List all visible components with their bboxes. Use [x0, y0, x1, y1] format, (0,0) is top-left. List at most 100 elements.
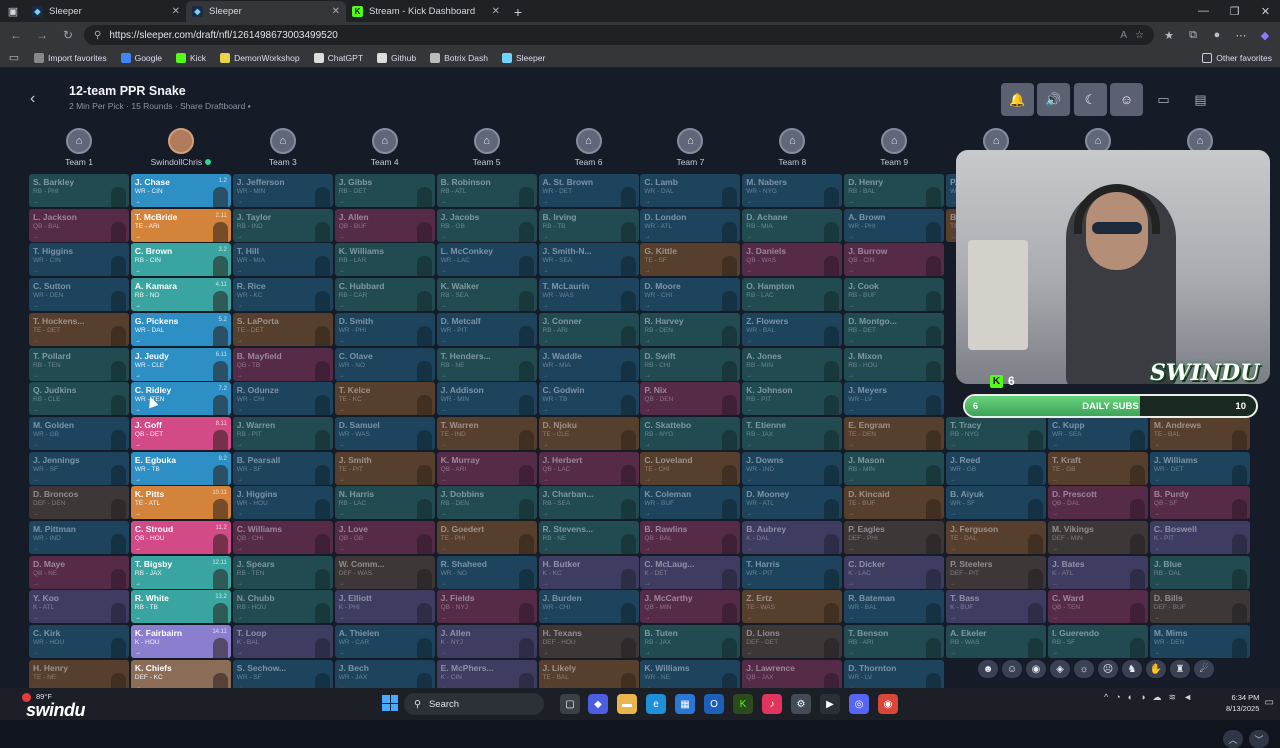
pick-cell[interactable]: J. Allen QB - BUF → [334, 208, 435, 242]
site-info-icon[interactable]: ⚲ [94, 30, 101, 41]
emote-icon[interactable]: ☹ [1098, 660, 1118, 678]
pick-cell[interactable]: A. Ekeler RB - WAS → [946, 625, 1047, 659]
pick-cell[interactable]: J. Goff QB - DET 8.11 → [130, 416, 231, 450]
pick-cell[interactable]: J. Bates K - ATL → [1048, 555, 1148, 589]
pick-cell[interactable]: M. Golden WR - GB → [29, 416, 129, 450]
pick-cell[interactable]: J. Jefferson WR - MIN → [232, 174, 333, 207]
pick-cell[interactable]: T. Warren TE - IND → [436, 416, 537, 450]
pick-cell[interactable]: D. Prescott QB - DAL → [1048, 486, 1148, 520]
copilot-app-icon[interactable]: ◆ [588, 694, 608, 714]
pick-cell[interactable]: K. Coleman WR - BUF → [640, 486, 741, 520]
board-layout-icon[interactable]: ▤ [1184, 83, 1217, 116]
scroll-down-icon[interactable]: ﹀ [1249, 730, 1269, 748]
pick-cell[interactable]: R. White RB - TB 13.2 → [130, 590, 231, 624]
pick-cell[interactable]: C. Sutton WR - DEN → [29, 278, 129, 312]
emote-icon[interactable]: ◉ [1026, 660, 1046, 678]
chrome-icon[interactable]: ◉ [878, 694, 898, 714]
pick-cell[interactable]: T. Kraft TE - GB → [1048, 451, 1148, 485]
pick-cell[interactable]: J. Smith TE - PIT → [334, 451, 435, 485]
pick-cell[interactable]: R. Harvey RB - DEN → [640, 312, 741, 346]
pick-cell[interactable]: C. Dicker K - LAC → [844, 555, 945, 589]
pick-cell[interactable]: I. Guerendo RB - SF → [1048, 625, 1148, 659]
browser-tab[interactable]: ◆ Sleeper ✕ [26, 1, 186, 22]
file-explorer-icon[interactable]: ▬ [617, 694, 637, 714]
pick-cell[interactable]: J. Daniels QB - WAS → [742, 243, 843, 277]
display-mode-icon[interactable]: ▭ [1147, 83, 1180, 116]
bookmark-item[interactable]: Kick [176, 52, 206, 63]
pick-cell[interactable]: C. Kirk WR - HOU → [29, 625, 129, 659]
pick-cell[interactable]: T. Bass K - BUF → [946, 590, 1047, 624]
tab-actions-icon[interactable]: ▣ [0, 0, 26, 22]
pick-cell[interactable]: D. Moore WR - CHI → [640, 278, 741, 312]
pick-cell[interactable]: C. Skattebo RB - NYG → [640, 416, 741, 450]
tray-app-icon[interactable]: ◑ [1140, 692, 1145, 703]
bookmark-item[interactable]: DemonWorkshop [220, 52, 300, 63]
pick-cell[interactable]: D. Njoku TE - CLE → [538, 416, 639, 450]
pick-cell[interactable]: G. Kittle TE - SF → [640, 243, 741, 277]
pick-cell[interactable]: B. Aubrey K - DAL → [742, 521, 843, 554]
pick-cell[interactable]: D. Achane RB - MIA → [742, 208, 843, 242]
pick-cell[interactable]: B. Tuten RB - JAX → [640, 625, 741, 659]
pick-cell[interactable]: J. Taylor RB - IND → [232, 208, 333, 242]
pick-cell[interactable]: C. Kupp WR - SEA → [1048, 416, 1148, 450]
pick-cell[interactable]: T. McBride TE - ARI 2.11 → [130, 208, 231, 242]
pick-cell[interactable]: J. Charban... RB - SEA → [538, 486, 639, 520]
pick-cell[interactable]: J. Fields QB - NYJ → [436, 590, 537, 624]
pick-cell[interactable]: B. Purdy QB - SF → [1149, 486, 1250, 520]
pick-cell[interactable]: G. Pickens WR - DAL 5.2 → [130, 312, 231, 346]
taskbar-search[interactable]: ⚲ Search [404, 693, 544, 715]
notifications-bell-icon[interactable]: 🔔 [1001, 83, 1034, 116]
back-arrow-icon[interactable]: ‹ [30, 90, 35, 108]
emote-icon[interactable]: ✋ [1146, 660, 1166, 678]
pick-cell[interactable]: Z. Ertz TE - WAS → [742, 590, 843, 624]
pick-cell[interactable]: D. Goedert TE - PHI → [436, 521, 537, 554]
pick-cell[interactable]: J. Love QB - GB → [334, 521, 435, 554]
pick-cell[interactable]: T. Kelce TE - KC → [334, 382, 435, 416]
pick-cell[interactable]: J. Smith-N... WR - SEA → [538, 243, 639, 277]
pick-cell[interactable]: J. Ferguson TE - DAL → [946, 521, 1047, 554]
pick-cell[interactable]: T. Loop K - BAL → [232, 625, 333, 659]
pick-cell[interactable]: C. Hubbard RB - CAR → [334, 278, 435, 312]
collections-icon[interactable]: ⧉ [1184, 26, 1202, 44]
pick-cell[interactable]: D. Broncos DEF - DEN → [29, 486, 129, 520]
pick-cell[interactable]: B. Aiyuk WR - SF → [946, 486, 1047, 520]
pick-cell[interactable]: P. Nix QB - DEN → [640, 382, 741, 416]
pick-cell[interactable]: D. Henry RB - BAL → [844, 174, 945, 207]
minimize-icon[interactable]: — [1188, 0, 1219, 22]
read-aloud-icon[interactable]: A [1120, 30, 1127, 41]
team-header[interactable]: ⌂ Team 3 [233, 128, 333, 167]
clock[interactable]: 6:34 PM 8/13/2025 [1226, 692, 1259, 714]
pick-cell[interactable]: T. Benson RB - ARI → [844, 625, 945, 659]
pick-cell[interactable]: D. Kincaid TE - BUF → [844, 486, 945, 520]
emote-icon[interactable]: ☻ [978, 660, 998, 678]
pick-cell[interactable]: R. Bateman WR - BAL → [844, 590, 945, 624]
emote-icon[interactable]: ♜ [1170, 660, 1190, 678]
pick-cell[interactable]: C. Stroud QB - HOU 11.2 → [130, 521, 231, 554]
pick-cell[interactable]: J. Jeudy WR - CLE 6.11 → [130, 347, 231, 381]
pick-cell[interactable]: A. Thielen WR - CAR → [334, 625, 435, 659]
pick-cell[interactable]: J. Waddle WR - MIA → [538, 347, 639, 381]
pick-cell[interactable]: J. McCarthy QB - MIN → [640, 590, 741, 624]
volume-icon[interactable]: ◄ [1183, 692, 1192, 703]
emote-icon[interactable]: ♞ [1122, 660, 1142, 678]
bookmark-item[interactable]: ChatGPT [313, 52, 363, 63]
pick-cell[interactable]: Z. Flowers WR - BAL → [742, 312, 843, 346]
pick-cell[interactable]: T. Harris WR - PIT → [742, 555, 843, 589]
pick-cell[interactable]: J. Gibbs RB - DET → [334, 174, 435, 207]
settings-gear-icon[interactable]: ⚙ [791, 694, 811, 714]
team-header[interactable]: ⌂ Team 5 [437, 128, 537, 167]
pick-cell[interactable]: T. Higgins WR - CIN → [29, 243, 129, 277]
bookmark-item[interactable]: Sleeper [502, 52, 545, 63]
pick-cell[interactable]: C. Olave WR - NO → [334, 347, 435, 381]
pick-cell[interactable]: W. Comm... DEF - WAS → [334, 555, 435, 589]
outlook-icon[interactable]: O [704, 694, 724, 714]
bookmark-item[interactable]: Github [377, 52, 416, 63]
edge-icon[interactable]: e [646, 694, 666, 714]
pick-cell[interactable]: A. Brown WR - PHI → [844, 208, 945, 242]
pick-cell[interactable]: R. Stevens... RB - NE → [538, 521, 639, 554]
pick-cell[interactable]: K. Fairbairn K - HOU 14.11 → [130, 625, 231, 659]
close-window-icon[interactable]: ✕ [1250, 0, 1280, 22]
pick-cell[interactable]: D. Montgo... RB - DET → [844, 312, 945, 346]
pick-cell[interactable]: K. Pitts TE - ATL 10.11 → [130, 486, 231, 520]
pick-cell[interactable]: C. Godwin WR - TB → [538, 382, 639, 416]
